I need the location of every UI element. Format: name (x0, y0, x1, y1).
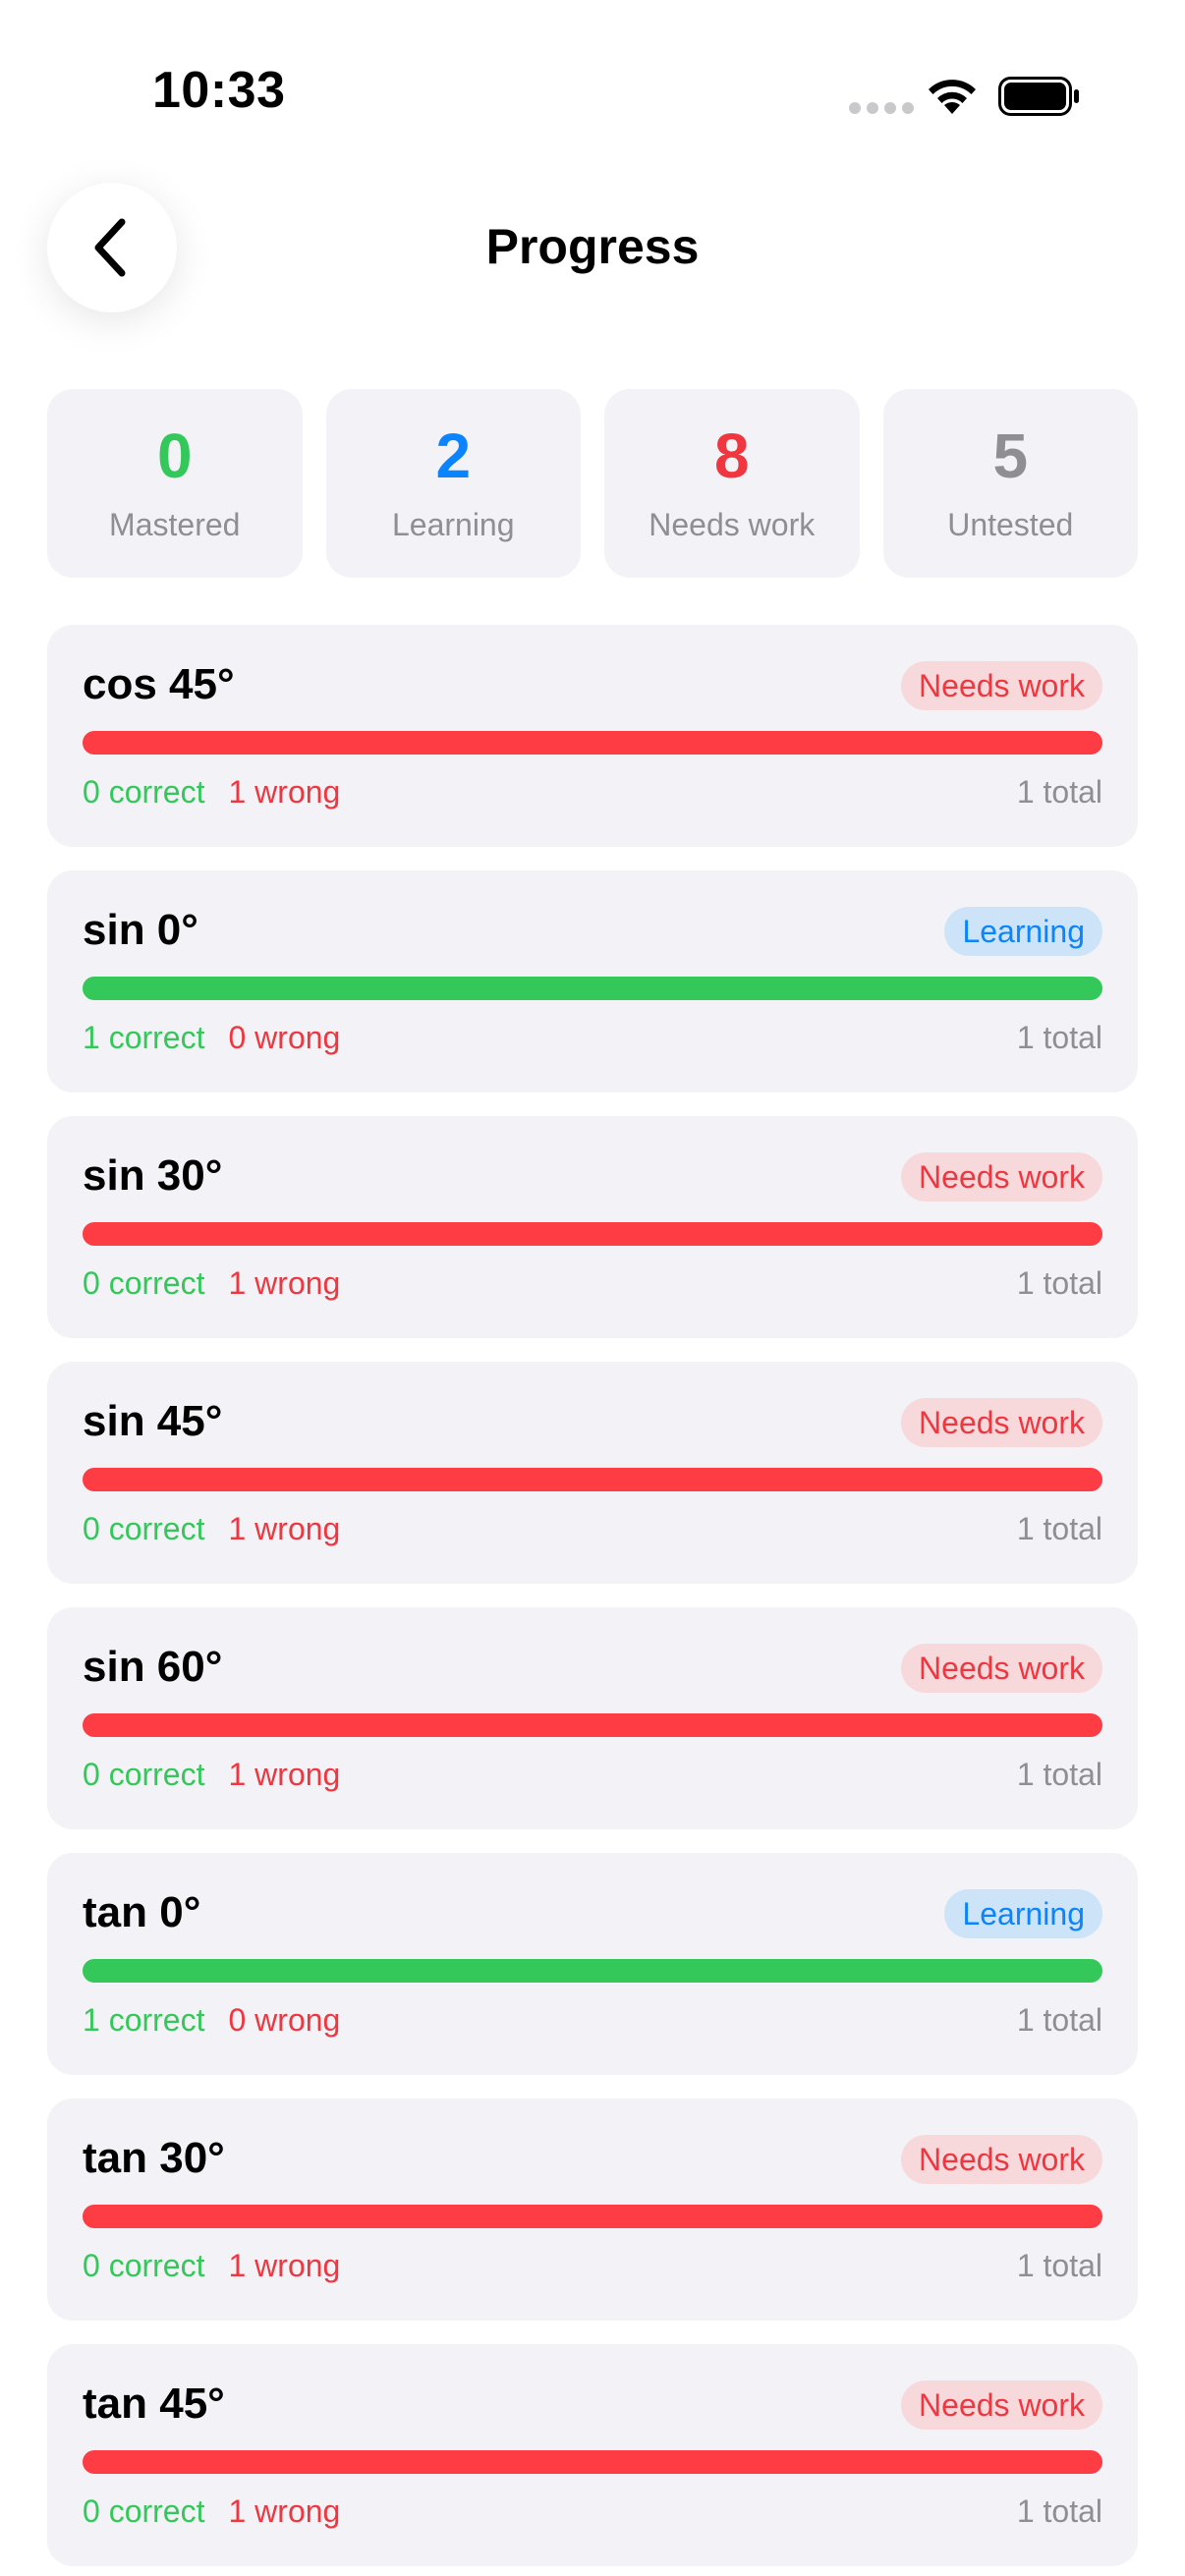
summary-tiles: 0 Mastered 2 Learning 8 Needs work 5 Unt… (47, 389, 1138, 578)
wrong-count: 1 wrong (228, 1757, 341, 1792)
card-title: cos 45° (83, 660, 235, 708)
progress-bar (83, 2205, 1102, 2228)
progress-card[interactable]: tan 45° Needs work 0 correct 1 wrong 1 to… (47, 2344, 1138, 2566)
correct-count: 0 correct (83, 774, 205, 810)
wrong-count: 1 wrong (228, 2248, 341, 2283)
total-count: 1 total (1016, 1020, 1102, 1055)
tile-count: 5 (992, 420, 1029, 491)
tile-label: Learning (391, 506, 515, 542)
status-badge: Needs work (901, 661, 1102, 710)
progress-bar (83, 2450, 1102, 2474)
wrong-count: 0 wrong (228, 1020, 341, 1055)
tile-label: Untested (947, 506, 1074, 542)
total-count: 1 total (1016, 1265, 1102, 1301)
correct-count: 0 correct (83, 2248, 205, 2283)
total-count: 1 total (1016, 2248, 1102, 2283)
card-title: tan 45° (83, 2380, 225, 2428)
status-bar: 10:33 (0, 0, 1185, 196)
progress-bar (83, 1222, 1102, 1246)
progress-bar (83, 731, 1102, 755)
card-stats: 1 correct 0 wrong (83, 2002, 340, 2039)
card-stats: 0 correct 1 wrong (83, 1511, 340, 1547)
total-count: 1 total (1016, 1511, 1102, 1546)
wrong-count: 1 wrong (228, 774, 341, 810)
progress-bar-fill (83, 977, 1102, 1000)
correct-count: 0 correct (83, 1265, 205, 1301)
cellular-dots-icon (849, 102, 914, 114)
progress-card[interactable]: sin 45° Needs work 0 correct 1 wrong 1 to… (47, 1362, 1138, 1584)
card-stats: 0 correct 1 wrong (83, 2493, 340, 2530)
progress-card[interactable]: sin 60° Needs work 0 correct 1 wrong 1 to… (47, 1607, 1138, 1829)
page-title: Progress (485, 219, 700, 274)
progress-bar (83, 1468, 1102, 1491)
status-badge: Learning (944, 907, 1102, 956)
tile-label: Needs work (649, 506, 816, 542)
card-title: sin 45° (83, 1397, 223, 1445)
status-badge: Needs work (901, 2380, 1102, 2430)
progress-bar (83, 1959, 1102, 1983)
progress-card[interactable]: tan 30° Needs work 0 correct 1 wrong 1 to… (47, 2099, 1138, 2321)
wifi-icon (929, 80, 976, 114)
status-badge: Needs work (901, 1152, 1102, 1202)
status-badge: Learning (944, 1889, 1102, 1938)
summary-tile-needs-work: 8 Needs work (604, 389, 860, 578)
status-badge: Needs work (901, 1644, 1102, 1693)
summary-tile-mastered: 0 Mastered (47, 389, 303, 578)
tile-label: Mastered (109, 506, 241, 542)
card-stats: 0 correct 1 wrong (83, 774, 340, 811)
progress-bar (83, 977, 1102, 1000)
tile-count: 0 (156, 420, 193, 491)
card-stats: 1 correct 0 wrong (83, 1020, 340, 1056)
correct-count: 0 correct (83, 2493, 205, 2529)
progress-card[interactable]: sin 0° Learning 1 correct 0 wrong 1 total (47, 870, 1138, 1092)
wrong-count: 1 wrong (228, 1511, 341, 1546)
total-count: 1 total (1016, 2493, 1102, 2529)
tile-count: 2 (435, 420, 472, 491)
correct-count: 0 correct (83, 1757, 205, 1792)
card-title: sin 60° (83, 1643, 223, 1691)
card-stats: 0 correct 1 wrong (83, 1265, 340, 1302)
card-stats: 0 correct 1 wrong (83, 2248, 340, 2284)
correct-count: 1 correct (83, 2002, 205, 2038)
card-title: sin 0° (83, 906, 198, 954)
card-title: sin 30° (83, 1151, 223, 1200)
wrong-count: 1 wrong (228, 2493, 341, 2529)
summary-tile-untested: 5 Untested (882, 389, 1138, 578)
status-badge: Needs work (901, 1398, 1102, 1447)
progress-bar-fill (83, 1959, 1102, 1983)
card-title: tan 30° (83, 2134, 225, 2182)
total-count: 1 total (1016, 2002, 1102, 2038)
progress-card[interactable]: tan 0° Learning 1 correct 0 wrong 1 total (47, 1853, 1138, 2075)
card-title: tan 0° (83, 1888, 201, 1936)
card-stats: 0 correct 1 wrong (83, 1757, 340, 1793)
status-time: 10:33 (152, 62, 286, 119)
progress-bar (83, 1713, 1102, 1737)
wrong-count: 0 wrong (228, 2002, 341, 2038)
total-count: 1 total (1016, 774, 1102, 810)
correct-count: 1 correct (83, 1020, 205, 1055)
progress-card[interactable]: sin 30° Needs work 0 correct 1 wrong 1 to… (47, 1116, 1138, 1338)
summary-tile-learning: 2 Learning (325, 389, 581, 578)
progress-card[interactable]: cos 45° Needs work 0 correct 1 wrong 1 to… (47, 625, 1138, 847)
status-badge: Needs work (901, 2135, 1102, 2184)
tile-count: 8 (713, 420, 750, 491)
total-count: 1 total (1016, 1757, 1102, 1792)
wrong-count: 1 wrong (228, 1265, 341, 1301)
correct-count: 0 correct (83, 1511, 205, 1546)
battery-icon (998, 77, 1079, 116)
